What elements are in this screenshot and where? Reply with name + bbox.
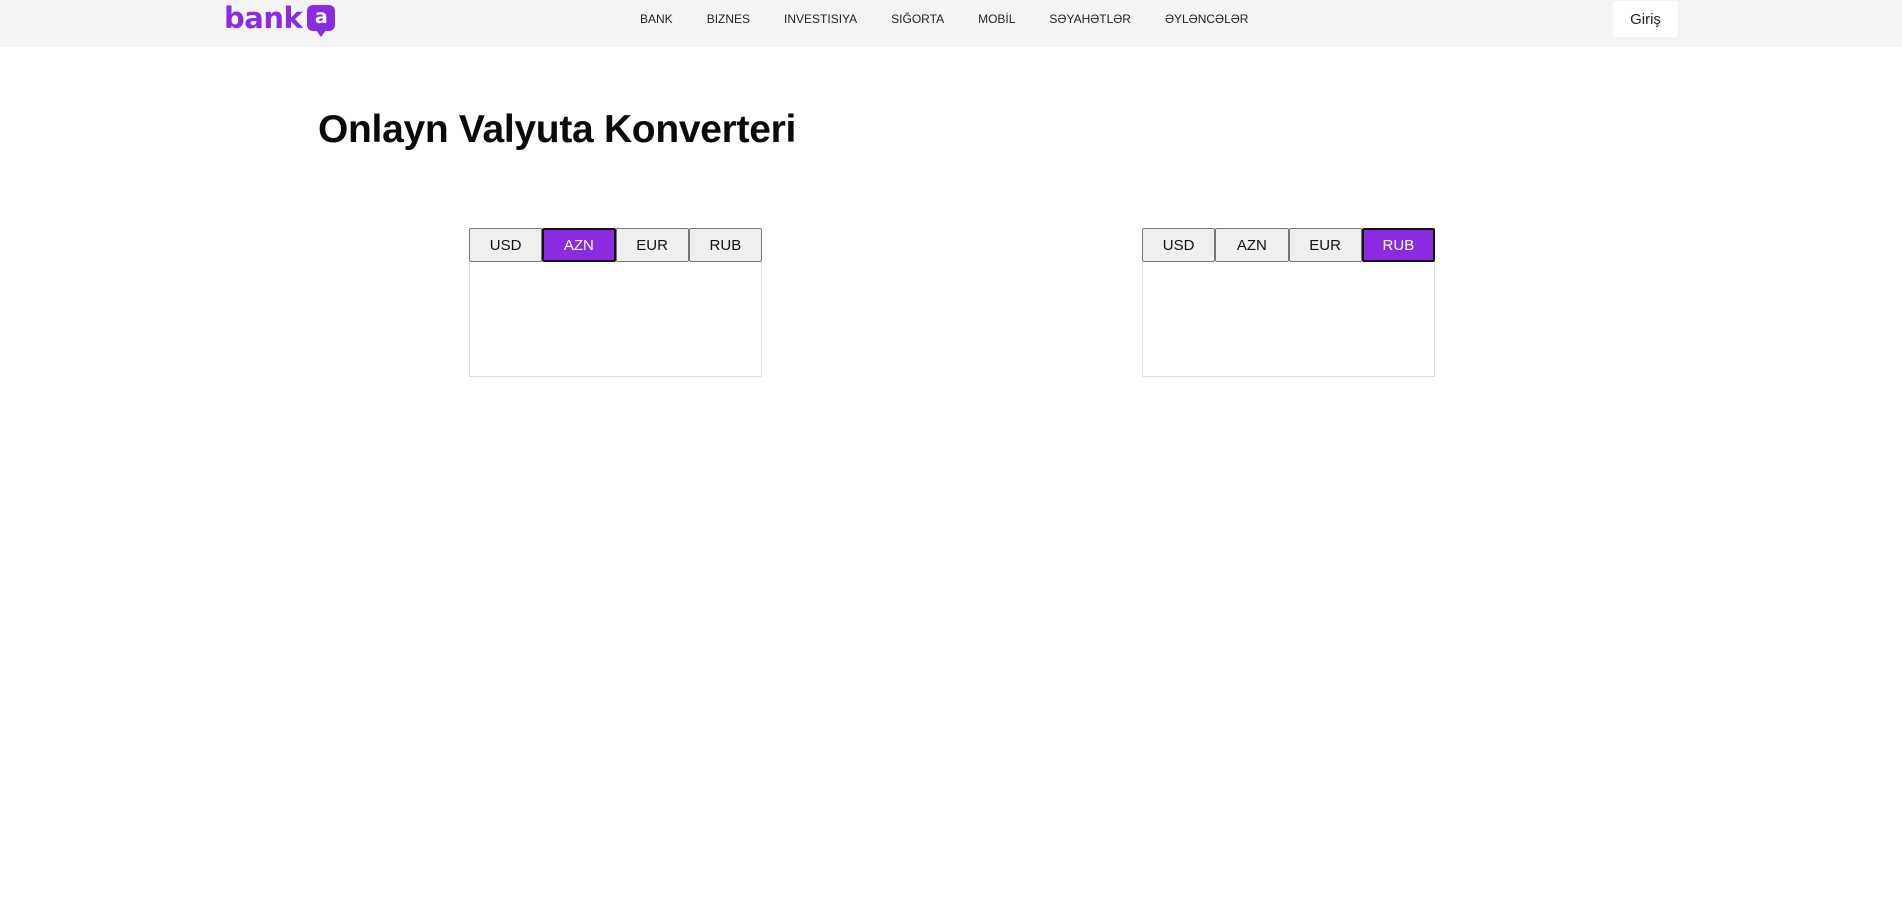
nav-item-biznes[interactable]: BIZNES [707, 12, 750, 26]
logo-badge-icon: a [307, 5, 336, 37]
to-tab-eur[interactable]: EUR [1288, 228, 1362, 262]
from-tab-azn[interactable]: AZN [542, 228, 616, 262]
from-tab-usd[interactable]: USD [469, 228, 543, 262]
to-tab-azn[interactable]: AZN [1215, 228, 1289, 262]
nav-item-bank[interactable]: BANK [640, 12, 673, 26]
from-tab-rub[interactable]: RUB [688, 228, 762, 262]
to-converter: USD AZN EUR RUB [1142, 228, 1435, 377]
nav-item-investisiya[interactable]: INVESTISIYA [784, 12, 857, 26]
bank-logo[interactable]: bank a [224, 1, 336, 37]
to-amount-area[interactable] [1142, 262, 1435, 377]
nav-item-eylenceler[interactable]: ƏYLƏNCƏLƏR [1165, 12, 1248, 26]
from-tab-eur[interactable]: EUR [615, 228, 689, 262]
nav-item-seyahetler[interactable]: SƏYAHƏTLƏR [1049, 12, 1131, 26]
nav-item-sigorta[interactable]: SIĞORTA [891, 12, 944, 26]
from-amount-area[interactable] [469, 262, 762, 377]
from-converter: USD AZN EUR RUB [469, 228, 762, 377]
top-navbar: bank a BANK BIZNES INVESTISIYA SIĞORTA M… [0, 0, 1902, 47]
logo-text: bank [224, 1, 303, 35]
from-currency-tabs: USD AZN EUR RUB [469, 228, 762, 262]
nav-item-mobil[interactable]: MOBİL [978, 12, 1015, 26]
to-tab-rub[interactable]: RUB [1361, 228, 1435, 262]
page-title: Onlayn Valyuta Konverteri [318, 108, 797, 151]
to-currency-tabs: USD AZN EUR RUB [1142, 228, 1435, 262]
login-button[interactable]: Giriş [1613, 1, 1678, 37]
to-tab-usd[interactable]: USD [1142, 228, 1216, 262]
main-nav: BANK BIZNES INVESTISIYA SIĞORTA MOBİL SƏ… [640, 0, 1248, 38]
